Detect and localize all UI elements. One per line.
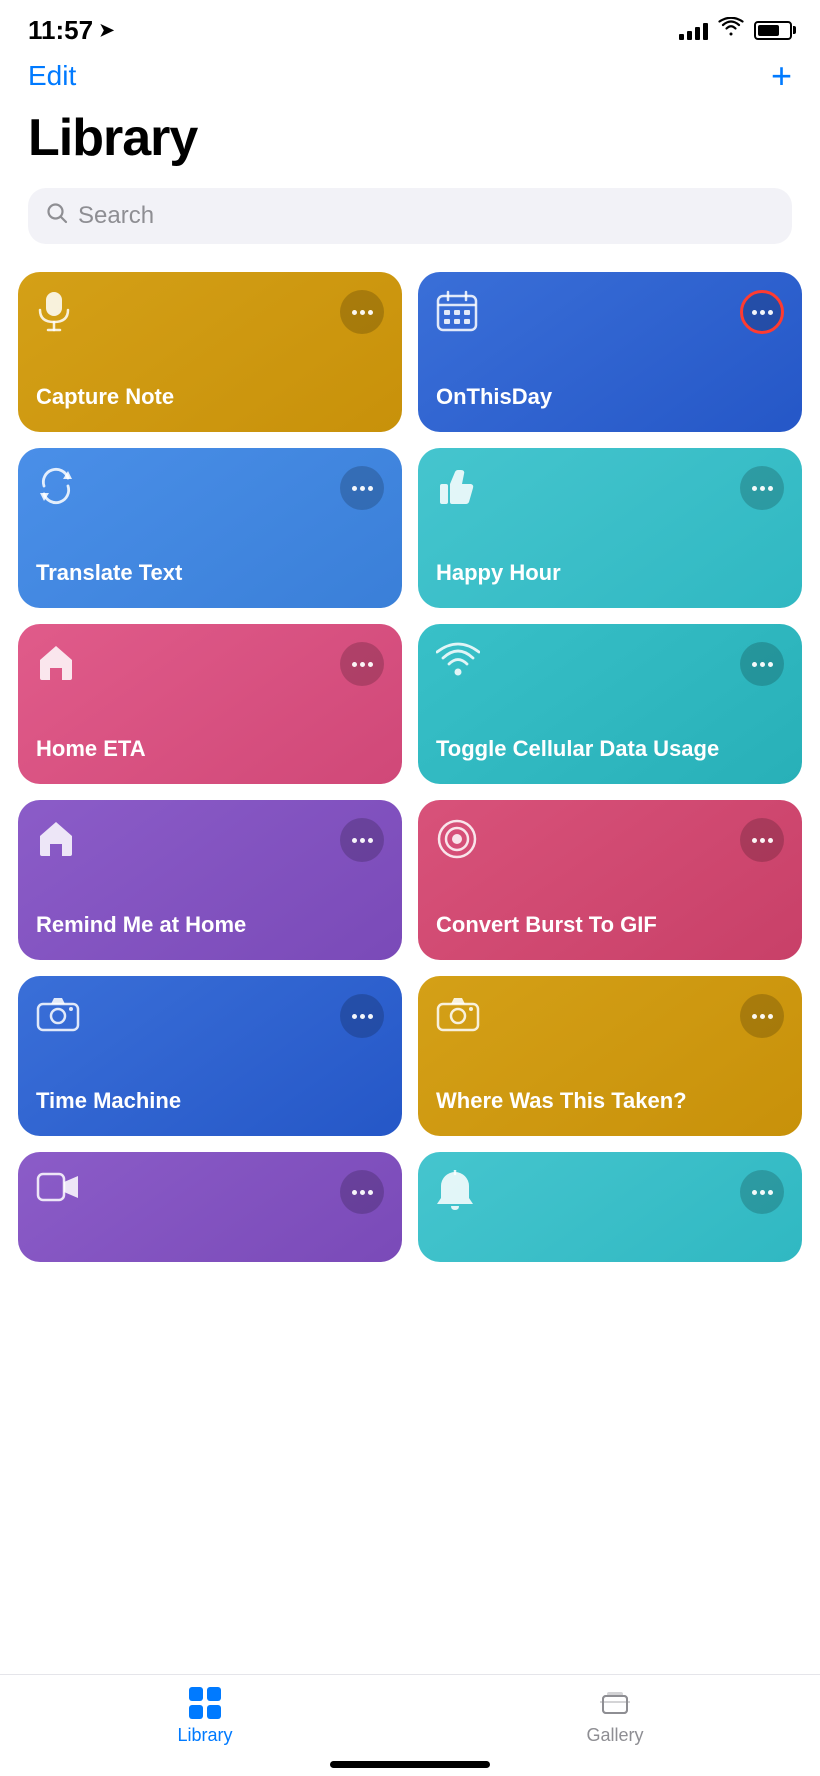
target-icon xyxy=(436,818,478,867)
shortcut-card-happy-hour[interactable]: Happy Hour xyxy=(418,448,802,608)
camera-icon xyxy=(36,994,80,1039)
shortcut-card-notification[interactable] xyxy=(418,1152,802,1262)
shortcut-card-video[interactable] xyxy=(18,1152,402,1262)
more-options-button[interactable] xyxy=(340,994,384,1038)
shortcut-card-time-machine[interactable]: Time Machine xyxy=(18,976,402,1136)
card-label: OnThisDay xyxy=(436,383,784,411)
wifi-icon xyxy=(718,17,744,43)
home-icon-2 xyxy=(36,818,76,865)
shortcut-card-convert-burst[interactable]: Convert Burst To GIF xyxy=(418,800,802,960)
tab-gallery-label: Gallery xyxy=(586,1725,643,1746)
card-label: Where Was This Taken? xyxy=(436,1087,784,1115)
gallery-layers-icon xyxy=(598,1687,632,1719)
search-icon xyxy=(46,202,68,230)
status-time: 11:57 ➤ xyxy=(28,15,114,46)
calendar-icon xyxy=(436,290,478,339)
location-icon: ➤ xyxy=(99,20,114,41)
home-indicator xyxy=(330,1761,490,1768)
signal-icon xyxy=(679,20,708,40)
library-grid-icon xyxy=(189,1687,221,1719)
search-placeholder: Search xyxy=(78,202,154,230)
card-label: Time Machine xyxy=(36,1087,384,1115)
card-label: Home ETA xyxy=(36,735,384,763)
thumbsup-icon xyxy=(436,466,476,515)
video-icon xyxy=(36,1170,80,1211)
search-container: Search xyxy=(0,188,820,272)
more-options-button[interactable] xyxy=(340,818,384,862)
more-options-button[interactable] xyxy=(340,1170,384,1214)
page-title: Library xyxy=(0,104,820,188)
refresh-icon xyxy=(36,466,76,513)
card-label: Translate Text xyxy=(36,559,384,587)
more-options-button[interactable] xyxy=(740,466,784,510)
shortcut-card-where-taken[interactable]: Where Was This Taken? xyxy=(418,976,802,1136)
shortcut-card-remind-home[interactable]: Remind Me at Home xyxy=(18,800,402,960)
shortcuts-grid: Capture Note xyxy=(0,272,820,1262)
shortcut-card-capture-note[interactable]: Capture Note xyxy=(18,272,402,432)
card-label: Toggle Cellular Data Usage xyxy=(436,735,784,763)
battery-icon xyxy=(754,21,792,40)
more-options-button-highlighted[interactable] xyxy=(740,290,784,334)
status-bar: 11:57 ➤ xyxy=(0,0,820,54)
search-bar[interactable]: Search xyxy=(28,188,792,244)
bell-icon xyxy=(436,1170,474,1219)
edit-button[interactable]: Edit xyxy=(28,60,76,92)
shortcut-card-onthisday[interactable]: OnThisDay xyxy=(418,272,802,432)
home-icon xyxy=(36,642,76,689)
shortcut-card-home-eta[interactable]: Home ETA xyxy=(18,624,402,784)
add-button[interactable]: + xyxy=(771,58,792,94)
more-options-button[interactable] xyxy=(740,994,784,1038)
tab-gallery[interactable]: Gallery xyxy=(410,1687,820,1746)
wifi-signal-icon xyxy=(436,642,480,685)
card-label: Remind Me at Home xyxy=(36,911,384,939)
card-label: Convert Burst To GIF xyxy=(436,911,784,939)
more-options-button[interactable] xyxy=(740,818,784,862)
header: Edit + xyxy=(0,54,820,104)
tab-library-label: Library xyxy=(177,1725,232,1746)
camera-icon-2 xyxy=(436,994,480,1039)
more-options-button[interactable] xyxy=(340,290,384,334)
more-options-button[interactable] xyxy=(340,642,384,686)
more-options-button[interactable] xyxy=(740,1170,784,1214)
shortcut-card-toggle-cellular[interactable]: Toggle Cellular Data Usage xyxy=(418,624,802,784)
shortcut-card-translate[interactable]: Translate Text xyxy=(18,448,402,608)
more-options-button[interactable] xyxy=(740,642,784,686)
card-label: Capture Note xyxy=(36,383,384,411)
more-options-button[interactable] xyxy=(340,466,384,510)
status-icons xyxy=(679,17,792,43)
card-label: Happy Hour xyxy=(436,559,784,587)
mic-icon xyxy=(36,290,72,341)
tab-library[interactable]: Library xyxy=(0,1687,410,1746)
